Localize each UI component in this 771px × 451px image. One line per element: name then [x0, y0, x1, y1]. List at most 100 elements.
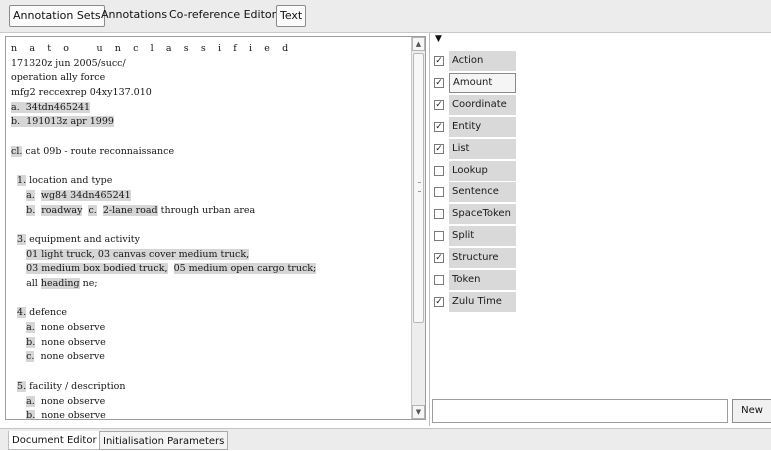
document-line: b. roadway c. 2-lane road through urban … — [11, 204, 411, 219]
annotation-type-checkbox[interactable]: ✓ — [434, 77, 444, 88]
annotation-highlight: b. — [26, 336, 36, 348]
document-line: mfg2 reccexrep 04xy137.010 — [11, 86, 411, 101]
new-button[interactable]: New — [732, 399, 771, 423]
text-span: location and type — [26, 175, 113, 187]
annotation-highlight: b. — [11, 116, 21, 128]
annotation-highlight: 3. — [17, 233, 27, 245]
document-text[interactable]: n a t o u n c l a s s i f i e d 171320z j… — [11, 42, 411, 420]
document-line: b. none observe — [11, 409, 411, 420]
annotation-highlight: c. — [88, 204, 97, 216]
text-span: defence — [26, 307, 68, 319]
text-span: none observe — [35, 410, 106, 420]
text-span — [35, 190, 41, 201]
text-span — [11, 322, 26, 333]
grip-icon — [418, 182, 421, 192]
annotation-highlight: b. — [26, 410, 36, 420]
annotation-type-label[interactable]: Coordinate — [449, 94, 516, 115]
text-span — [11, 396, 26, 407]
document-line: 01 light truck, 03 canvas cover medium t… — [11, 248, 411, 263]
annotation-type-label[interactable]: Sentence — [449, 182, 516, 203]
text-span: facility / description — [26, 380, 126, 392]
document-line: a. none observe — [11, 321, 411, 336]
document-line: n a t o u n c l a s s i f i e d — [11, 42, 411, 57]
text-span: ne; — [79, 278, 98, 289]
text-span — [11, 190, 26, 201]
annotation-type-label[interactable]: SpaceToken — [449, 204, 516, 225]
tab-coreference-editor[interactable]: Co-reference Editor — [166, 5, 279, 27]
text-span: n a t o u n c l a s s i f i e d — [11, 43, 293, 54]
annotation-type-label[interactable]: Token — [449, 270, 516, 290]
text-span: 171320z jun 2005/succ/ — [11, 57, 126, 69]
annotation-type-checkbox[interactable]: ✓ — [434, 253, 444, 264]
text-span — [11, 263, 26, 274]
annotation-type-label[interactable]: Lookup — [449, 160, 516, 181]
new-annotation-type-input[interactable] — [432, 399, 728, 423]
document-line: 5. facility / description — [11, 380, 411, 395]
document-line: b. none observe — [11, 336, 411, 351]
annotation-type-label[interactable]: Amount — [449, 72, 516, 93]
annotation-type-checkbox[interactable]: ✓ — [434, 56, 444, 66]
document-line: all heading ne; — [11, 277, 411, 292]
document-line: 1. location and type — [11, 174, 411, 189]
text-span: none observe — [34, 351, 105, 363]
annotation-type-label[interactable]: Split — [449, 226, 516, 247]
tab-text[interactable]: Text — [276, 5, 307, 27]
text-span: none observe — [34, 395, 106, 407]
document-line: 171320z jun 2005/succ/ — [11, 57, 411, 72]
annotation-type-checkbox[interactable]: ✓ — [434, 143, 444, 154]
annotation-highlight: 05 medium open cargo truck; — [173, 263, 317, 275]
text-span: cat 09b - route reconnaissance — [22, 145, 175, 157]
document-line: 4. defence — [11, 306, 411, 321]
annotation-highlight: heading — [40, 278, 80, 289]
annotation-highlight: 1. — [17, 175, 27, 187]
scroll-down-arrow-icon[interactable]: ▼ — [412, 405, 425, 419]
annotation-type-checkbox[interactable] — [434, 165, 444, 176]
annotation-highlight: 03 medium box bodied truck, — [26, 263, 168, 275]
annotation-type-label[interactable]: Structure — [449, 248, 516, 269]
annotation-types-panel: ▼ ✓ Action ✓ Amount ✓ Coordinate ✓ Entity ✓ List L… — [429, 33, 771, 426]
document-line: c. none observe — [11, 350, 411, 365]
triangle-down-icon[interactable]: ▼ — [435, 34, 447, 44]
annotation-type-checkbox[interactable]: ✓ — [434, 99, 444, 110]
annotation-highlight: 4. — [17, 307, 27, 319]
scroll-up-arrow-icon[interactable]: ▲ — [412, 37, 425, 51]
text-span — [11, 410, 26, 419]
text-span — [97, 205, 103, 216]
annotation-type-checkbox[interactable] — [434, 231, 444, 242]
annotation-highlight: 2-lane road — [102, 204, 158, 216]
annotation-type-checkbox[interactable] — [434, 187, 444, 198]
annotation-type-label[interactable]: Action — [449, 51, 516, 71]
text-span — [11, 351, 26, 362]
annotation-type-label[interactable]: List — [449, 138, 516, 159]
text-span: none observe — [34, 322, 106, 334]
text-span: mfg2 reccexrep 04xy137.010 — [11, 87, 152, 99]
annotation-highlight: b. — [26, 204, 36, 216]
document-text-pane[interactable]: n a t o u n c l a s s i f i e d 171320z j… — [5, 36, 426, 420]
annotation-highlight: cl. — [11, 145, 23, 157]
tab-annotation-sets[interactable]: Annotation Sets — [9, 5, 105, 27]
annotation-type-checkbox[interactable] — [434, 275, 444, 285]
document-line: cl. cat 09b - route reconnaissance — [11, 145, 411, 160]
annotation-type-label[interactable]: Entity — [449, 116, 516, 137]
tab-document-editor[interactable]: Document Editor — [8, 431, 101, 450]
annotation-highlight: a. — [26, 189, 35, 201]
document-line: 03 medium box bodied truck, 05 medium op… — [11, 262, 411, 277]
annotation-highlight: 01 light truck, 03 canvas cover medium t… — [26, 248, 250, 260]
document-line: a. wg84 34dn465241 — [11, 189, 411, 204]
tab-initialisation-parameters[interactable]: Initialisation Parameters — [99, 431, 229, 450]
tab-annotations[interactable]: Annotations — [98, 5, 170, 27]
annotation-type-label[interactable]: Zulu Time — [449, 291, 516, 312]
annotation-type-checkbox[interactable]: ✓ — [434, 296, 444, 307]
vertical-scrollbar[interactable]: ▲ ▼ — [411, 37, 425, 419]
annotation-type-checkbox[interactable] — [434, 209, 444, 220]
document-line: b. 191013z apr 1999 — [11, 115, 411, 130]
text-span: through urban area — [157, 204, 256, 216]
scroll-thumb[interactable] — [413, 53, 424, 323]
annotation-type-checkbox[interactable]: ✓ — [434, 121, 444, 132]
text-span: operation ally force — [11, 72, 106, 84]
